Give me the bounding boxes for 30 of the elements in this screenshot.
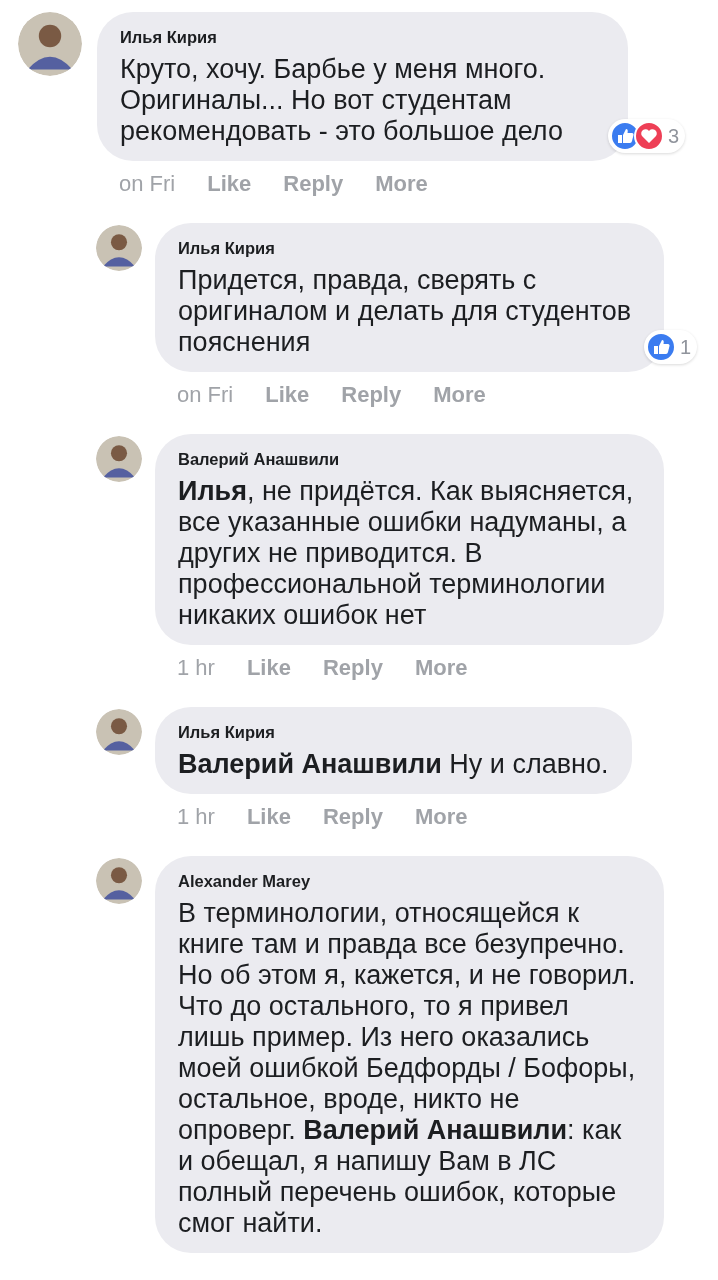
- comment-text: Валерий Анашвили Ну и славно.: [178, 749, 609, 780]
- timestamp: 1 hr: [177, 655, 215, 681]
- action-link[interactable]: Like: [246, 655, 291, 681]
- author-name[interactable]: Илья Кирия: [178, 721, 609, 743]
- action-link[interactable]: More: [433, 382, 486, 408]
- action-link[interactable]: Like: [246, 804, 291, 830]
- reaction-number: 1: [680, 335, 692, 359]
- reaction-count[interactable]: 1: [644, 330, 698, 364]
- reaction-number: 3: [668, 124, 680, 148]
- action-link[interactable]: Like: [265, 382, 310, 408]
- timestamp: 1 hr: [177, 804, 215, 830]
- author-name[interactable]: Alexander Marey: [178, 870, 640, 892]
- action-link[interactable]: Reply: [341, 382, 402, 408]
- reaction-count[interactable]: 3: [608, 119, 686, 153]
- action-link[interactable]: Reply: [322, 655, 383, 681]
- author-name[interactable]: Илья Кирия: [178, 237, 640, 259]
- action-link[interactable]: Like: [207, 171, 252, 197]
- action-link[interactable]: More: [375, 171, 428, 197]
- action-link[interactable]: Reply: [322, 804, 383, 830]
- action-link[interactable]: Reply: [283, 171, 344, 197]
- action-link[interactable]: More: [414, 655, 468, 681]
- timestamp: on Fri: [119, 171, 176, 197]
- author-name[interactable]: Валерий Анашвили: [178, 448, 640, 470]
- timestamp: on Fri: [177, 382, 234, 408]
- comment-text: Илья, не придётся. Как выясняется, все указанные ошибки надуманы, а других не приводится. В профессиональной терминологии никаких ошибок нет: [178, 476, 635, 631]
- comment-text: Придется, правда, сверять с оригиналом и делать для студентов пояснения: [178, 265, 633, 358]
- action-link[interactable]: More: [414, 804, 468, 830]
- author-name[interactable]: Илья Кирия: [120, 26, 604, 48]
- comment-text: В терминологии, относящейся к книге там и правда все безупречно. Но об этом я, кажется, и не говорил. Что до остального, то я привел лишь пример. Из него оказались моей ошибкой Бедфорды / Бофоры, остальное, вроде, никто не опроверг. Валерий Анашвили: как и обещал, я напишу Вам в ЛС полный перечень ошибок, которые смог найти.: [178, 898, 637, 1239]
- comment-text: Круто, хочу. Барбье у меня много. Оригиналы... Но вот студентам рекомендовать - это большое дело: [120, 54, 564, 147]
